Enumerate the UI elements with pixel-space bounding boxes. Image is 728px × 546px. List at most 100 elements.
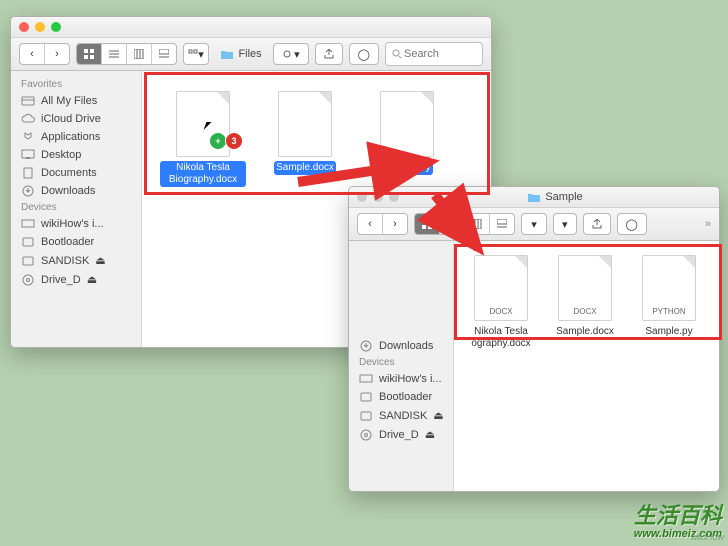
sidebar-header-devices: Devices: [11, 200, 141, 215]
minimize-button[interactable]: [35, 22, 45, 32]
sidebar-item-label: Drive_D: [379, 429, 419, 441]
folder-icon: [220, 49, 234, 60]
file-thumbnail: PYTHON: [642, 255, 696, 321]
coverflow-view-button[interactable]: [152, 44, 176, 64]
disc-icon: [359, 429, 373, 441]
sidebar-item-label: SANDISK: [379, 410, 427, 422]
sidebar-item-wikihow[interactable]: wikiHow's i...: [349, 370, 453, 388]
search-input[interactable]: [402, 47, 476, 61]
title-text: Files: [238, 48, 261, 60]
sidebar-item-downloads[interactable]: Downloads: [349, 337, 453, 355]
icon-view-button[interactable]: [415, 214, 440, 234]
finder-window-sample: Sample ‹ › ▾ ▾ ◯ » Downloads Devices wik…: [348, 186, 720, 492]
expand-search-button[interactable]: »: [705, 218, 711, 230]
file-nikola-tesla[interactable]: + 3 Nikola Tesla Biography.docx: [160, 91, 246, 187]
sidebar-item-bootloader[interactable]: Bootloader: [349, 388, 453, 406]
file-name: Sample.docx: [554, 325, 616, 339]
titlebar[interactable]: Sample: [349, 187, 719, 208]
file-sample-py[interactable]: Sample.py: [364, 91, 450, 175]
documents-icon: [21, 167, 35, 179]
icon-view-button[interactable]: [77, 44, 102, 64]
file-thumbnail: [380, 91, 434, 157]
share-button[interactable]: [315, 43, 343, 65]
desktop-icon: [21, 149, 35, 161]
eject-icon[interactable]: ⏏: [87, 273, 97, 286]
column-view-button[interactable]: [127, 44, 152, 64]
toolbar: ‹ › ▾ ▾ ◯ »: [349, 208, 719, 241]
zoom-button[interactable]: [51, 22, 61, 32]
sidebar-item-wikihow[interactable]: wikiHow's i...: [11, 215, 141, 233]
eject-icon[interactable]: ⏏: [425, 428, 435, 441]
file-nikola-tesla[interactable]: DOCX Nikola Tesla ography.docx: [464, 255, 538, 351]
arrange-group: ▾: [183, 43, 209, 65]
sidebar-item-drive-d[interactable]: Drive_D ⏏: [11, 270, 141, 289]
tags-button[interactable]: ◯: [349, 43, 379, 65]
list-view-button[interactable]: [102, 44, 127, 64]
applications-icon: [21, 131, 35, 143]
wikihow-watermark: wikiHow: [691, 532, 724, 542]
sidebar: Favorites All My Files iCloud Drive Appl…: [11, 71, 142, 347]
sidebar-item-label: Downloads: [379, 340, 433, 352]
content-area[interactable]: DOCX Nikola Tesla ography.docx DOCX Samp…: [454, 241, 719, 491]
computer-icon: [359, 373, 373, 385]
sidebar-item-desktop[interactable]: Desktop: [11, 146, 141, 164]
forward-button[interactable]: ›: [383, 214, 407, 234]
file-thumbnail: DOCX: [474, 255, 528, 321]
file-sample-docx[interactable]: DOCX Sample.docx: [548, 255, 622, 339]
nav-buttons: ‹ ›: [357, 213, 408, 235]
action-button[interactable]: ▾: [553, 213, 577, 235]
sidebar-item-label: Documents: [41, 167, 97, 179]
eject-icon[interactable]: ⏏: [95, 254, 105, 267]
sidebar-item-label: Desktop: [41, 149, 81, 161]
share-button[interactable]: [583, 213, 611, 235]
eject-icon[interactable]: ⏏: [433, 409, 443, 422]
back-button[interactable]: ‹: [358, 214, 383, 234]
file-name: Sample.py: [643, 325, 694, 339]
sidebar-header-devices: Devices: [349, 355, 453, 370]
search-field[interactable]: [385, 42, 483, 66]
traffic-lights: [357, 192, 399, 202]
cloud-icon: [21, 113, 35, 125]
sidebar-item-label: SANDISK: [41, 255, 89, 267]
window-title: Files: [220, 48, 261, 60]
drag-count-badge: 3: [225, 132, 243, 150]
file-sample-docx[interactable]: Sample.docx: [262, 91, 348, 175]
tags-button[interactable]: ◯: [617, 213, 647, 235]
action-button[interactable]: ▾: [273, 43, 309, 65]
sidebar-item-downloads[interactable]: Downloads: [11, 182, 141, 200]
list-view-button[interactable]: [440, 214, 465, 234]
arrange-button[interactable]: ▾: [522, 214, 546, 234]
close-button[interactable]: [19, 22, 29, 32]
file-name: Sample.docx: [274, 161, 336, 175]
title-text: Sample: [545, 191, 582, 203]
coverflow-view-button[interactable]: [490, 214, 514, 234]
sidebar-item-drive-d[interactable]: Drive_D ⏏: [349, 425, 453, 444]
file-thumbnail: DOCX: [558, 255, 612, 321]
arrange-button[interactable]: ▾: [184, 44, 208, 64]
file-sample-py[interactable]: PYTHON Sample.py: [632, 255, 706, 339]
sidebar-item-applications[interactable]: Applications: [11, 128, 141, 146]
file-name: Sample.py: [381, 161, 432, 175]
disk-icon: [359, 391, 373, 403]
sidebar-item-documents[interactable]: Documents: [11, 164, 141, 182]
sidebar-item-label: Bootloader: [41, 236, 94, 248]
file-thumbnail: [278, 91, 332, 157]
sidebar-item-all-my-files[interactable]: All My Files: [11, 92, 141, 110]
titlebar[interactable]: [11, 17, 491, 38]
all-my-files-icon: [21, 95, 35, 107]
sidebar-item-sandisk[interactable]: SANDISK ⏏: [349, 406, 453, 425]
sidebar-item-icloud[interactable]: iCloud Drive: [11, 110, 141, 128]
zoom-button[interactable]: [389, 192, 399, 202]
forward-button[interactable]: ›: [45, 44, 69, 64]
nav-buttons: ‹ ›: [19, 43, 70, 65]
sidebar-item-bootloader[interactable]: Bootloader: [11, 233, 141, 251]
minimize-button[interactable]: [373, 192, 383, 202]
folder-icon: [527, 192, 541, 203]
sidebar-item-sandisk[interactable]: SANDISK ⏏: [11, 251, 141, 270]
column-view-button[interactable]: [465, 214, 490, 234]
close-button[interactable]: [357, 192, 367, 202]
gear-icon: [282, 49, 294, 59]
sidebar-item-label: wikiHow's i...: [41, 218, 104, 230]
back-button[interactable]: ‹: [20, 44, 45, 64]
sidebar-item-label: Drive_D: [41, 274, 81, 286]
